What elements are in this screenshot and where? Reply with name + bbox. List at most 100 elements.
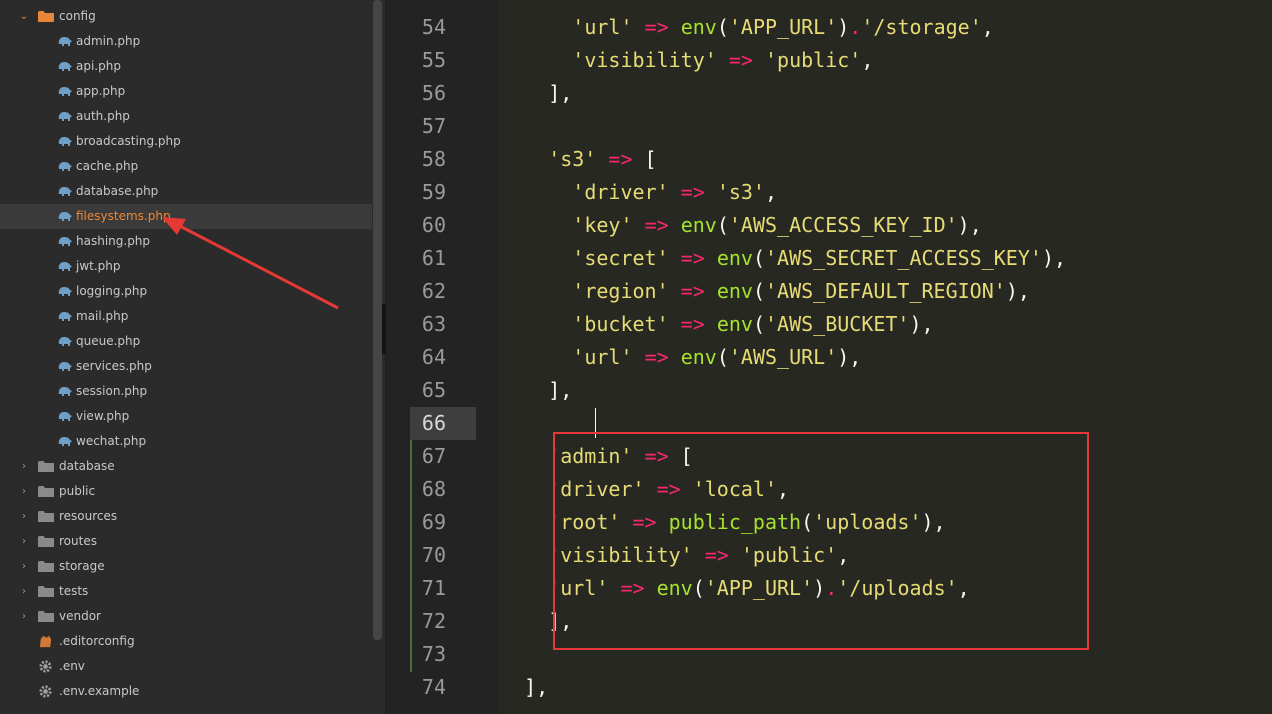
folder-icon xyxy=(38,461,54,472)
code-line[interactable]: 'driver' => 's3', xyxy=(572,176,777,209)
line-number: 62 xyxy=(421,279,446,303)
code-token: 'bucket' xyxy=(572,312,669,336)
tree-file-filesystems[interactable]: filesystems.php xyxy=(0,204,372,229)
tree-file-hashing[interactable]: hashing.php xyxy=(0,229,372,254)
tree-label: view.php xyxy=(76,409,130,423)
code-token: 'AWS_BUCKET' xyxy=(764,312,910,336)
line-number: 64 xyxy=(421,345,446,369)
tree-file-database[interactable]: database.php xyxy=(0,179,372,204)
chevron-right-icon[interactable]: › xyxy=(18,604,30,629)
tree-file-dot-editorconfig[interactable]: .editorconfig xyxy=(0,629,372,654)
chevron-right-icon[interactable]: › xyxy=(18,479,30,504)
tree-folder-public[interactable]: › public xyxy=(0,479,372,504)
chevron-right-icon[interactable]: › xyxy=(18,504,30,529)
line-number: 65 xyxy=(421,378,446,402)
tree-file-mail[interactable]: mail.php xyxy=(0,304,372,329)
php-elephant-icon xyxy=(58,187,72,196)
code-token: ), xyxy=(957,213,982,237)
php-elephant-icon xyxy=(58,62,72,71)
chevron-right-icon[interactable]: › xyxy=(18,579,30,604)
chevron-right-icon[interactable]: › xyxy=(18,529,30,554)
php-elephant-icon xyxy=(58,37,72,46)
sidebar-scrollbar[interactable] xyxy=(373,0,382,640)
code-token: => xyxy=(680,312,705,336)
tree-file-auth[interactable]: auth.php xyxy=(0,104,372,129)
tree-folder-routes[interactable]: › routes xyxy=(0,529,372,554)
tree-label: session.php xyxy=(76,384,148,398)
code-token: , xyxy=(981,15,994,39)
tree-file-wechat[interactable]: wechat.php xyxy=(0,429,372,454)
folder-icon xyxy=(38,536,54,547)
tree-file-logging[interactable]: logging.php xyxy=(0,279,372,304)
tree-file-broadcasting[interactable]: broadcasting.php xyxy=(0,129,372,154)
tree-file-cache[interactable]: cache.php xyxy=(0,154,372,179)
code-line[interactable]: 'secret' => env('AWS_SECRET_ACCESS_KEY')… xyxy=(572,242,1066,275)
tree-file-admin[interactable]: admin.php xyxy=(0,29,372,54)
code-line[interactable]: 's3' => [ xyxy=(548,143,656,176)
code-token: env xyxy=(716,246,753,270)
folder-icon xyxy=(38,11,54,22)
code-line[interactable]: 'url' => env('APP_URL').'/storage', xyxy=(572,11,994,44)
line-number: 67 xyxy=(421,444,446,468)
code-line[interactable]: 'bucket' => env('AWS_BUCKET'), xyxy=(572,308,933,341)
line-number: 73 xyxy=(421,642,446,666)
tree-folder-vendor[interactable]: › vendor xyxy=(0,604,372,629)
code-token: => xyxy=(680,246,705,270)
code-line[interactable]: ], xyxy=(548,374,572,407)
code-line[interactable]: 'url' => env('AWS_URL'), xyxy=(572,341,861,374)
line-number: 72 xyxy=(421,609,446,633)
code-token: 'AWS_SECRET_ACCESS_KEY' xyxy=(764,246,1042,270)
tree-label: broadcasting.php xyxy=(76,134,181,148)
code-token: 'region' xyxy=(572,279,669,303)
tree-file-dot-env[interactable]: .env xyxy=(0,654,372,679)
php-elephant-icon xyxy=(58,237,72,246)
code-token: 's3' xyxy=(716,180,765,204)
code-token: => xyxy=(644,213,669,237)
code-line[interactable]: 'key' => env('AWS_ACCESS_KEY_ID'), xyxy=(572,209,981,242)
chevron-right-icon[interactable]: › xyxy=(18,554,30,579)
tree-label: tests xyxy=(59,584,89,598)
php-elephant-icon xyxy=(58,362,72,371)
code-token: env xyxy=(716,279,753,303)
tree-label: app.php xyxy=(76,84,126,98)
tree-folder-resources[interactable]: › resources xyxy=(0,504,372,529)
php-elephant-icon xyxy=(58,312,72,321)
tree-file-app[interactable]: app.php xyxy=(0,79,372,104)
chevron-down-icon[interactable]: ⌄ xyxy=(18,4,30,29)
code-line[interactable]: ], xyxy=(548,77,572,110)
tree-file-dot-env-example[interactable]: .env.example xyxy=(0,679,372,704)
code-token: 'driver' xyxy=(572,180,669,204)
tree-label: storage xyxy=(59,559,105,573)
code-line[interactable]: 'visibility' => 'public', xyxy=(572,44,873,77)
tree-label: .env.example xyxy=(59,684,140,698)
tree-file-queue[interactable]: queue.php xyxy=(0,329,372,354)
code-line[interactable]: ], xyxy=(524,671,548,704)
tree-folder-tests[interactable]: › tests xyxy=(0,579,372,604)
folder-icon xyxy=(38,486,54,497)
code-token: => xyxy=(644,345,669,369)
code-line[interactable]: 'region' => env('AWS_DEFAULT_REGION'), xyxy=(572,275,1030,308)
tree-label: database.php xyxy=(76,184,159,198)
tree-folder-storage[interactable]: › storage xyxy=(0,554,372,579)
tree-label: filesystems.php xyxy=(76,209,171,223)
tree-folder-database[interactable]: › database xyxy=(0,454,372,479)
tree-file-api[interactable]: api.php xyxy=(0,54,372,79)
tree-folder-config[interactable]: ⌄ config xyxy=(0,4,372,29)
code-token: => xyxy=(680,180,705,204)
tree-file-jwt[interactable]: jwt.php xyxy=(0,254,372,279)
code-token: 'AWS_URL' xyxy=(728,345,838,369)
code-token: => xyxy=(608,147,633,171)
tree-file-services[interactable]: services.php xyxy=(0,354,372,379)
folder-icon xyxy=(38,586,54,597)
chevron-right-icon[interactable]: › xyxy=(18,454,30,479)
code-token: 'AWS_ACCESS_KEY_ID' xyxy=(728,213,958,237)
tree-file-session[interactable]: session.php xyxy=(0,379,372,404)
tree-file-view[interactable]: view.php xyxy=(0,404,372,429)
code-token: , xyxy=(764,180,778,204)
tree-label: .env xyxy=(59,659,85,673)
